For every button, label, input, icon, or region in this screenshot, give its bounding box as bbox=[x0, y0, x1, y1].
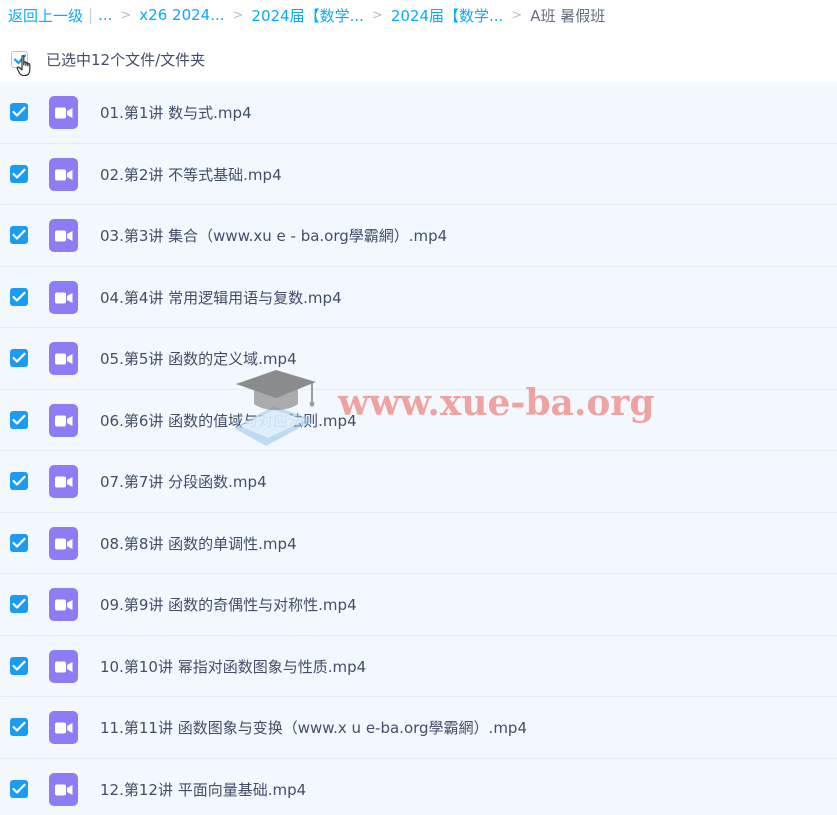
file-list: 01.第1讲 数与式.mp4 02.第2讲 不等式基础.mp4 03.第3讲 集合（… bbox=[0, 82, 837, 815]
check-icon bbox=[12, 537, 26, 548]
file-checkbox[interactable] bbox=[10, 410, 28, 429]
video-file-icon bbox=[49, 96, 78, 129]
file-checkbox[interactable] bbox=[10, 103, 28, 121]
file-row[interactable]: 10.第10讲 幂指对函数图象与性质.mp4 bbox=[0, 635, 837, 697]
chevron-right-icon: > bbox=[232, 7, 244, 23]
file-name[interactable]: 01.第1讲 数与式.mp4 bbox=[100, 102, 252, 123]
video-file-icon bbox=[49, 157, 78, 191]
file-row[interactable]: 08.第8讲 函数的单调性.mp4 bbox=[0, 512, 837, 574]
chevron-right-icon: > bbox=[511, 7, 523, 23]
file-row[interactable]: 05.第5讲 函数的定义域.mp4 bbox=[0, 328, 837, 390]
check-icon bbox=[12, 106, 26, 117]
video-file-icon bbox=[49, 403, 78, 437]
breadcrumb-item[interactable]: x26 2024... bbox=[139, 6, 224, 24]
video-file-icon bbox=[49, 342, 78, 375]
file-row[interactable]: 04.第4讲 常用逻辑用语与复数.mp4 bbox=[0, 266, 837, 328]
breadcrumb-divider: | bbox=[88, 6, 94, 24]
file-name[interactable]: 06.第6讲 函数的值域与对应法则.mp4 bbox=[100, 410, 357, 431]
file-name[interactable]: 04.第4讲 常用逻辑用语与复数.mp4 bbox=[100, 287, 342, 308]
chevron-right-icon: > bbox=[120, 7, 132, 23]
file-name[interactable]: 02.第2讲 不等式基础.mp4 bbox=[100, 164, 282, 185]
check-icon bbox=[12, 229, 26, 240]
back-link[interactable]: 返回上一级 bbox=[8, 5, 83, 26]
file-row[interactable]: 06.第6讲 函数的值域与对应法则.mp4 bbox=[0, 389, 837, 451]
video-file-icon bbox=[49, 772, 78, 806]
check-icon bbox=[12, 168, 26, 179]
file-checkbox[interactable] bbox=[10, 533, 28, 552]
file-name[interactable]: 12.第12讲 平面向量基础.mp4 bbox=[100, 779, 306, 800]
check-icon bbox=[12, 598, 26, 609]
hand-cursor-icon bbox=[16, 55, 31, 77]
breadcrumb: 返回上一级 | ... > x26 2024... > 2024届【数学... … bbox=[8, 4, 605, 26]
file-checkbox[interactable] bbox=[10, 472, 28, 490]
file-name[interactable]: 07.第7讲 分段函数.mp4 bbox=[100, 471, 267, 492]
file-checkbox[interactable] bbox=[10, 779, 28, 798]
video-file-icon bbox=[49, 219, 78, 252]
breadcrumb-item[interactable]: 2024届【数学... bbox=[391, 5, 503, 26]
file-row[interactable]: 11.第11讲 函数图象与变换（www.x u e-ba.org學霸網）.mp4 bbox=[0, 697, 837, 759]
check-icon bbox=[12, 783, 26, 794]
check-icon bbox=[12, 352, 26, 363]
breadcrumb-ellipsis[interactable]: ... bbox=[98, 6, 112, 24]
file-checkbox[interactable] bbox=[10, 226, 28, 244]
check-icon bbox=[12, 414, 26, 425]
file-checkbox[interactable] bbox=[10, 164, 28, 183]
file-row[interactable]: 02.第2讲 不等式基础.mp4 bbox=[0, 143, 837, 205]
file-row[interactable]: 09.第9讲 函数的奇偶性与对称性.mp4 bbox=[0, 574, 837, 636]
file-name[interactable]: 08.第8讲 函数的单调性.mp4 bbox=[100, 533, 297, 554]
check-icon bbox=[12, 475, 26, 486]
file-name[interactable]: 03.第3讲 集合（www.xu e - ba.org學霸網）.mp4 bbox=[100, 225, 447, 246]
chevron-right-icon: > bbox=[371, 7, 383, 23]
check-icon bbox=[12, 721, 26, 732]
file-name[interactable]: 05.第5讲 函数的定义域.mp4 bbox=[100, 348, 297, 369]
file-name[interactable]: 09.第9讲 函数的奇偶性与对称性.mp4 bbox=[100, 594, 357, 615]
file-checkbox[interactable] bbox=[10, 287, 28, 306]
video-file-icon bbox=[49, 526, 78, 560]
file-name[interactable]: 10.第10讲 幂指对函数图象与性质.mp4 bbox=[100, 656, 366, 677]
video-file-icon bbox=[49, 649, 78, 683]
file-row[interactable]: 07.第7讲 分段函数.mp4 bbox=[0, 451, 837, 513]
check-icon bbox=[12, 291, 26, 302]
file-row[interactable]: 12.第12讲 平面向量基础.mp4 bbox=[0, 758, 837, 815]
video-file-icon bbox=[49, 465, 78, 498]
selection-count-text: 已选中12个文件/文件夹 bbox=[46, 51, 206, 69]
file-checkbox[interactable] bbox=[10, 656, 28, 675]
video-file-icon bbox=[49, 711, 78, 744]
file-checkbox[interactable] bbox=[10, 595, 28, 613]
file-row[interactable]: 03.第3讲 集合（www.xu e - ba.org學霸網）.mp4 bbox=[0, 205, 837, 267]
video-file-icon bbox=[49, 588, 78, 621]
breadcrumb-current: A班 暑假班 bbox=[530, 6, 606, 25]
video-file-icon bbox=[49, 280, 78, 314]
breadcrumb-item[interactable]: 2024届【数学... bbox=[251, 5, 363, 26]
file-row[interactable]: 01.第1讲 数与式.mp4 bbox=[0, 82, 837, 144]
file-checkbox[interactable] bbox=[10, 349, 28, 367]
file-checkbox[interactable] bbox=[10, 718, 28, 736]
file-name[interactable]: 11.第11讲 函数图象与变换（www.x u e-ba.org學霸網）.mp4 bbox=[100, 717, 527, 738]
selection-bar: 已选中12个文件/文件夹 bbox=[0, 40, 837, 78]
check-icon bbox=[12, 660, 26, 671]
